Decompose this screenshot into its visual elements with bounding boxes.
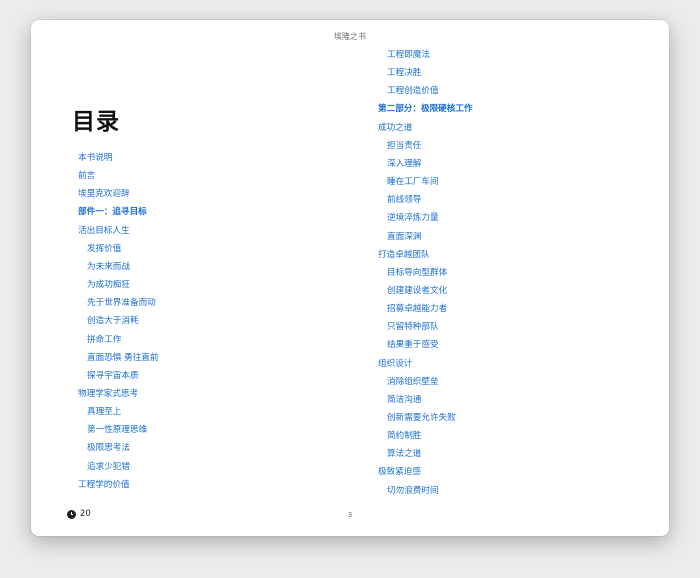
- page-number: 3: [347, 511, 353, 519]
- toc-left-entry[interactable]: 活出目标人生: [78, 225, 130, 237]
- toc-left-entry[interactable]: 工程学的价值: [78, 479, 130, 491]
- toc-heading: 目录: [72, 109, 120, 135]
- toc-left-entry[interactable]: 追求少犯错: [87, 461, 130, 473]
- toc-left-entry[interactable]: 真理至上: [87, 406, 121, 418]
- toc-left-entry[interactable]: 先于世界准备而动: [87, 297, 156, 309]
- toc-right-entry[interactable]: 目标导向型群体: [387, 267, 447, 279]
- toc-left-entry[interactable]: 部件一：追寻目标: [78, 206, 147, 218]
- toc-right-entry[interactable]: 工程即魔法: [387, 49, 430, 61]
- toc-right-entry[interactable]: 成功之道: [378, 122, 412, 134]
- toc-right-entry[interactable]: 极致紧迫感: [378, 466, 421, 478]
- toc-right-entry[interactable]: 创新需要允许失败: [387, 412, 456, 424]
- toc-right-entry[interactable]: 简约制胜: [387, 430, 421, 442]
- toc-right-entry[interactable]: 工程决胜: [387, 67, 421, 79]
- toc-right-entry[interactable]: 深入理解: [387, 158, 421, 170]
- toc-left-entry[interactable]: 为成功痴狂: [87, 279, 130, 291]
- toc-right-entry[interactable]: 担当责任: [387, 140, 421, 152]
- toc-right-entry[interactable]: 结果重于感受: [387, 339, 439, 351]
- toc-left-entry[interactable]: 创造大于消耗: [87, 315, 139, 327]
- toc-left-entry[interactable]: 物理学家式思考: [78, 388, 138, 400]
- toc-right-entry[interactable]: 第二部分：极限硬核工作: [378, 103, 473, 115]
- reader-window: 埃隆之书 目录 本书说明前言埃里克欢迎辞部件一：追寻目标 活出目标人生 发挥价值为未…: [31, 20, 669, 536]
- toc-left-entry[interactable]: 探寻宇宙本质: [87, 370, 139, 382]
- toc-left-entry[interactable]: 发挥价值: [87, 243, 121, 255]
- toc-left-entry[interactable]: 极限思考法: [87, 442, 130, 454]
- toc-right-entry[interactable]: 只留特种部队: [387, 321, 439, 333]
- toc-left-entry[interactable]: 第一性原理思维: [87, 424, 147, 436]
- toc-right-entry[interactable]: 算法之道: [387, 448, 421, 460]
- toc-left-entry[interactable]: 拼命工作: [87, 334, 121, 346]
- toc-right-entry[interactable]: 切勿浪费时间: [387, 485, 439, 497]
- toc-right-entry[interactable]: 工程创造价值: [387, 85, 439, 97]
- toc-left-entry[interactable]: 前言: [78, 170, 95, 182]
- toc-right-entry[interactable]: 消除组织壁垒: [387, 376, 439, 388]
- toc-right-entry[interactable]: 打造卓越团队: [378, 249, 430, 261]
- toc-right-entry[interactable]: 招募卓越能力者: [387, 303, 447, 315]
- toc-right-entry[interactable]: 逆境淬炼力量: [387, 212, 439, 224]
- toc-right-entry[interactable]: 睡在工厂车间: [387, 176, 439, 188]
- toc-left-entry[interactable]: 直面恐惧 勇往直前: [87, 352, 158, 364]
- toc-right-entry[interactable]: 组织设计: [378, 358, 412, 370]
- toc-left-entry[interactable]: 为未来而战: [87, 261, 130, 273]
- toc-right-entry[interactable]: 创建建设者文化: [387, 285, 447, 297]
- book-title: 埃隆之书: [334, 32, 366, 41]
- toc-left-entry[interactable]: 本书说明: [78, 152, 112, 164]
- toc-left-entry[interactable]: 埃里克欢迎辞: [78, 188, 130, 200]
- toc-right-entry[interactable]: 前线领导: [387, 194, 421, 206]
- toc-right-entry[interactable]: 简洁沟通: [387, 394, 421, 406]
- toc-right-entry[interactable]: 直面深渊: [387, 231, 421, 243]
